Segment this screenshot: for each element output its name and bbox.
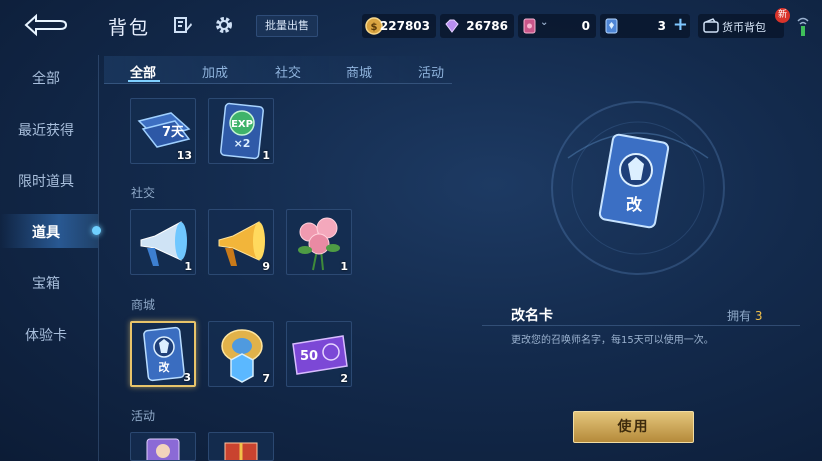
gold-currency: $ 227803 <box>362 14 436 38</box>
inventory-item-rose-bouquet[interactable]: 1 <box>286 209 352 275</box>
tab-all[interactable]: 全部 <box>130 62 156 81</box>
sidebar: 全部 最近获得 限时道具 道具 宝箱 体验卡 <box>0 50 101 461</box>
item-quantity: 3 <box>183 371 191 384</box>
sidebar-item-props[interactable]: 道具 <box>0 222 92 242</box>
portrait-card-icon <box>146 438 180 460</box>
sidebar-item-limited[interactable]: 限时道具 <box>0 171 92 191</box>
ticket-value: 0 <box>581 19 590 33</box>
sidebar-item-chests[interactable]: 宝箱 <box>0 273 92 293</box>
inventory-item-blue-loudspeaker[interactable]: 1 <box>130 209 196 275</box>
bulk-sell-button[interactable]: 批量出售 <box>256 15 318 37</box>
sidebar-item-trial-cards[interactable]: 体验卡 <box>0 325 92 345</box>
diamond-icon <box>445 19 459 33</box>
item-quantity: 13 <box>176 149 192 162</box>
exp-text: EXP <box>231 119 253 130</box>
diamond-value: 26786 <box>466 19 508 33</box>
inventory-item-gold-crest[interactable]: 7 <box>208 321 274 387</box>
item-quantity: 1 <box>184 260 192 273</box>
new-badge: 新 <box>775 8 790 23</box>
wallet-icon <box>703 18 719 33</box>
tab-social[interactable]: 社交 <box>275 62 301 81</box>
use-button[interactable]: 使用 <box>573 411 694 443</box>
blue-card-icon <box>605 18 618 34</box>
signal-icon <box>796 15 810 37</box>
item-quantity: 2 <box>340 372 348 385</box>
section-label-social: 社交 <box>131 186 156 200</box>
tab-underline <box>128 80 160 82</box>
detail-divider <box>482 325 800 326</box>
inventory-item-7day-card[interactable]: 7天 13 <box>130 98 196 164</box>
rename-card-large-icon: 改 <box>598 133 670 229</box>
inventory-item-exp-card[interactable]: EXP ×2 1 <box>208 98 274 164</box>
wallet-label: 货币背包 <box>722 21 766 34</box>
active-indicator-dot <box>92 226 101 235</box>
add-currency-icon[interactable]: + <box>673 16 688 34</box>
multiplier-text: ×2 <box>234 137 251 150</box>
own-label: 拥有 <box>727 309 752 323</box>
section-label-mall: 商城 <box>131 298 156 312</box>
sidebar-item-all[interactable]: 全部 <box>0 68 92 88</box>
ticket-currency: ⌄ 0 <box>518 14 596 38</box>
top-bar: 背包 批量出售 $ 227803 26786 ⌄ 0 3 + 货币背包 新 <box>0 0 822 50</box>
sidebar-item-recent[interactable]: 最近获得 <box>0 120 92 140</box>
blue-card-value: 3 <box>657 19 666 33</box>
own-number: 3 <box>754 309 763 323</box>
detail-description: 更改您的召唤师名字，每15天可以使用一次。 <box>511 335 714 346</box>
inventory-item-activity-1[interactable] <box>130 432 196 461</box>
diamond-currency: 26786 <box>440 14 514 38</box>
item-quantity: 1 <box>340 260 348 273</box>
tab-mall[interactable]: 商城 <box>346 62 372 81</box>
inventory-item-50-coupon[interactable]: 50 2 <box>286 321 352 387</box>
edit-note-icon[interactable] <box>173 15 193 35</box>
back-arrow-icon[interactable] <box>22 12 68 38</box>
detail-item-name: 改名卡 <box>511 308 553 324</box>
ticket-card-icon <box>523 18 536 34</box>
item-quantity: 1 <box>262 149 270 162</box>
item-quantity: 9 <box>262 260 270 273</box>
large-card-char: 改 <box>626 195 643 214</box>
item-quantity: 7 <box>262 372 270 385</box>
gold-value: 227803 <box>379 19 430 33</box>
detail-own-count: 拥有 3 <box>727 307 762 324</box>
chevron-down-icon[interactable]: ⌄ <box>540 17 548 28</box>
section-label-activity: 活动 <box>131 409 156 423</box>
blue-card-currency: 3 + <box>600 14 690 38</box>
tab-boost[interactable]: 加成 <box>202 62 228 81</box>
gear-icon[interactable] <box>214 15 234 35</box>
inventory-item-activity-2[interactable] <box>208 432 274 461</box>
currency-wallet-button[interactable]: 货币背包 新 <box>698 8 790 38</box>
svg-text:$: $ <box>371 22 378 33</box>
page-title: 背包 <box>108 17 151 39</box>
inventory-item-rename-card[interactable]: 改 3 <box>130 321 196 387</box>
red-gift-icon <box>224 442 258 460</box>
card-badge-text: 7天 <box>162 125 185 140</box>
tab-activity[interactable]: 活动 <box>418 62 444 81</box>
coupon-value-text: 50 <box>300 349 318 364</box>
card-char: 改 <box>159 360 171 374</box>
detail-preview: 改 <box>548 98 728 278</box>
inventory-item-gold-loudspeaker[interactable]: 9 <box>208 209 274 275</box>
